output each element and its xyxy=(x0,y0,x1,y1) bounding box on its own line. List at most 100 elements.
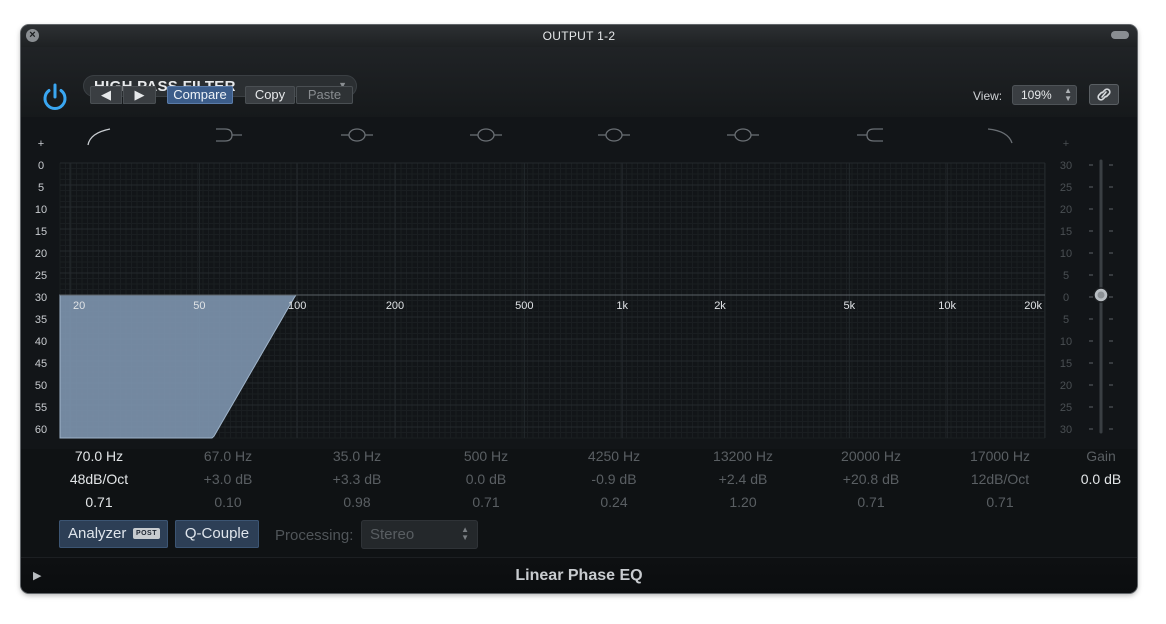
band-gain-value[interactable]: +3.3 dB xyxy=(307,468,407,491)
band-gain-value[interactable]: +2.4 dB xyxy=(693,468,793,491)
band-freq-value[interactable]: 4250 Hz xyxy=(564,445,664,468)
band-freq-value[interactable]: 500 Hz xyxy=(436,445,536,468)
frequency-label: 100 xyxy=(288,300,306,312)
band-gain-value[interactable]: -0.9 dB xyxy=(564,468,664,491)
band-1-params: 70.0 Hz 48dB/Oct 0.71 xyxy=(49,445,149,514)
band-q-value[interactable]: 0.71 xyxy=(821,491,921,514)
analyzer-label: Analyzer xyxy=(68,525,127,542)
band-freq-value[interactable]: 70.0 Hz xyxy=(49,445,149,468)
right-scale-label: 5 xyxy=(1063,270,1069,282)
band-freq-value[interactable]: 35.0 Hz xyxy=(307,445,407,468)
band-q-value[interactable]: 0.71 xyxy=(49,491,149,514)
gain-params: Gain 0.0 dB xyxy=(1051,445,1137,491)
toolbar-toggle-button[interactable] xyxy=(1111,31,1129,39)
processing-select[interactable]: Stereo ▲ ▼ xyxy=(361,520,478,549)
band-q-value[interactable]: 0.71 xyxy=(950,491,1050,514)
left-scale-label: 20 xyxy=(35,248,47,260)
q-couple-button[interactable]: Q-Couple xyxy=(175,520,259,548)
right-scale-label: + xyxy=(1063,138,1069,150)
low-pass-curve-icon[interactable] xyxy=(987,128,1013,144)
frequency-label: 200 xyxy=(386,300,404,312)
view-label: View: xyxy=(973,89,1003,103)
plugin-header: HIGH PASS FILTER ▼ ◀ ▶ Compare Copy Past… xyxy=(21,47,1137,117)
left-scale-label: 55 xyxy=(35,402,47,414)
band-q-value[interactable]: 0.71 xyxy=(436,491,536,514)
right-scale-label: 30 xyxy=(1060,160,1072,172)
bell-icon[interactable] xyxy=(727,128,759,142)
gain-label: Gain xyxy=(1086,448,1116,464)
frequency-label: 2k xyxy=(714,300,726,312)
processing-value: Stereo xyxy=(370,526,415,543)
plugin-name: Linear Phase EQ xyxy=(515,567,643,584)
frequency-label: 10k xyxy=(938,300,956,312)
left-scale-label: 10 xyxy=(35,204,47,216)
bell-icon[interactable] xyxy=(598,128,630,142)
left-scale-label: 50 xyxy=(35,380,47,392)
copy-button[interactable]: Copy xyxy=(245,86,295,104)
band-3-params: 35.0 Hz +3.3 dB 0.98 xyxy=(307,445,407,514)
right-scale-label: 5 xyxy=(1063,314,1069,326)
right-scale-label: 25 xyxy=(1060,402,1072,414)
high-pass-curve-icon[interactable] xyxy=(87,128,111,146)
band-gain-value[interactable]: 12dB/Oct xyxy=(950,468,1050,491)
high-shelf-icon[interactable] xyxy=(857,128,883,142)
post-badge[interactable]: POST xyxy=(132,528,160,539)
band-q-value[interactable]: 0.10 xyxy=(178,491,278,514)
low-shelf-icon[interactable] xyxy=(216,128,242,142)
band-q-value[interactable]: 1.20 xyxy=(693,491,793,514)
band-freq-value[interactable]: 17000 Hz xyxy=(950,445,1050,468)
view-zoom-value: 109% xyxy=(1021,88,1052,102)
band-5-params: 4250 Hz -0.9 dB 0.24 xyxy=(564,445,664,514)
band-freq-value[interactable]: 20000 Hz xyxy=(821,445,921,468)
next-preset-button[interactable]: ▶ xyxy=(123,86,156,104)
analyzer-button[interactable]: Analyzer POST xyxy=(59,520,168,548)
gain-knob-center xyxy=(1097,291,1105,299)
left-scale-label: + xyxy=(38,138,44,150)
frequency-label: 20 xyxy=(73,300,85,312)
band-gain-value[interactable]: 0.0 dB xyxy=(436,468,536,491)
band-freq-value[interactable]: 67.0 Hz xyxy=(178,445,278,468)
eq-plugin-window: × OUTPUT 1-2 HIGH PASS FILTER ▼ ◀ ▶ Comp… xyxy=(21,25,1137,593)
left-scale-label: 0 xyxy=(38,160,44,172)
previous-preset-button[interactable]: ◀ xyxy=(90,86,122,104)
bell-icon[interactable] xyxy=(470,128,502,142)
band-parameters: 70.0 Hz 48dB/Oct 0.71 67.0 Hz +3.0 dB 0.10 35.… xyxy=(21,445,1137,517)
plugin-footer: ▶ Linear Phase EQ xyxy=(21,557,1137,593)
band-7-params: 20000 Hz +20.8 dB 0.71 xyxy=(821,445,921,514)
band-2-params: 67.0 Hz +3.0 dB 0.10 xyxy=(178,445,278,514)
gain-value[interactable]: 0.0 dB xyxy=(1051,468,1137,491)
eq-graph[interactable]: +051015202530354045505560- +302520151050… xyxy=(21,117,1137,458)
band-6-params: 13200 Hz +2.4 dB 1.20 xyxy=(693,445,793,514)
left-scale-label: 30 xyxy=(35,292,47,304)
eq-graph-area[interactable]: +051015202530354045505560- +302520151050… xyxy=(21,117,1137,458)
paste-button[interactable]: Paste xyxy=(296,86,353,104)
band-q-value[interactable]: 0.98 xyxy=(307,491,407,514)
view-zoom-select[interactable]: 109% ▲ ▼ xyxy=(1012,85,1077,105)
bell-icon[interactable] xyxy=(341,128,373,142)
frequency-label: 5k xyxy=(844,300,856,312)
band-8-params: 17000 Hz 12dB/Oct 0.71 xyxy=(950,445,1050,514)
left-scale-label: 25 xyxy=(35,270,47,282)
power-icon[interactable] xyxy=(38,81,72,115)
band-4-params: 500 Hz 0.0 dB 0.71 xyxy=(436,445,536,514)
band-gain-value[interactable]: +3.0 dB xyxy=(178,468,278,491)
frequency-label: 1k xyxy=(616,300,628,312)
right-scale-label: 20 xyxy=(1060,380,1072,392)
link-icon xyxy=(1097,88,1111,101)
band-gain-value[interactable]: +20.8 dB xyxy=(821,468,921,491)
stepper-arrows-icon: ▲ ▼ xyxy=(461,525,469,542)
right-scale-label: 15 xyxy=(1060,226,1072,238)
left-scale-label: 40 xyxy=(35,336,47,348)
frequency-label: 500 xyxy=(515,300,533,312)
band-q-value[interactable]: 0.24 xyxy=(564,491,664,514)
left-scale-label: 60 xyxy=(35,424,47,436)
right-scale-label: 25 xyxy=(1060,182,1072,194)
left-scale-label: 5 xyxy=(38,182,44,194)
frequency-label: 20k xyxy=(1024,300,1042,312)
compare-button[interactable]: Compare xyxy=(167,86,233,104)
bottom-controls: Analyzer POST Q-Couple Processing: Stere… xyxy=(21,517,1137,557)
link-button[interactable] xyxy=(1089,84,1119,105)
band-freq-value[interactable]: 13200 Hz xyxy=(693,445,793,468)
band-gain-value[interactable]: 48dB/Oct xyxy=(49,468,149,491)
right-scale-label: 10 xyxy=(1060,336,1072,348)
